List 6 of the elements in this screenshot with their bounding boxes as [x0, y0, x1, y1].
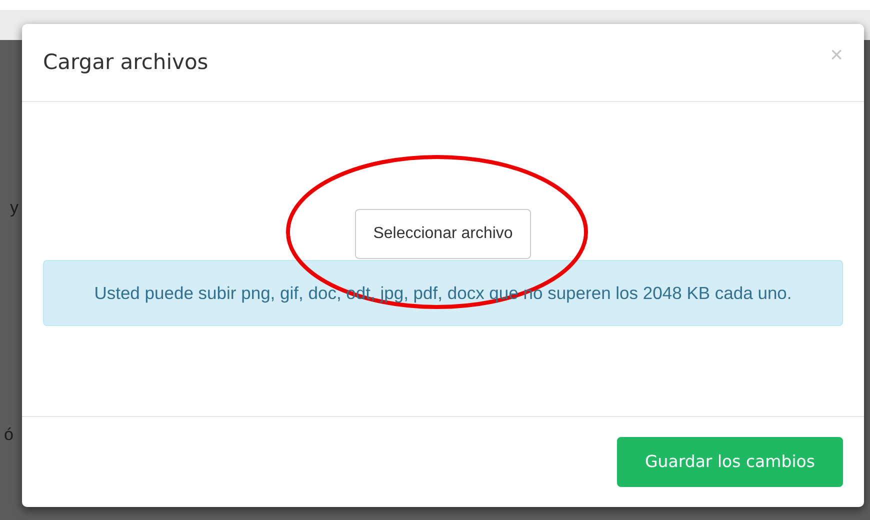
modal-title: Cargar archivos	[43, 50, 208, 76]
select-file-button[interactable]: Seleccionar archivo	[355, 209, 531, 259]
background-text: y	[10, 199, 20, 216]
background-text: ó	[4, 426, 14, 443]
close-button[interactable]: ×	[830, 44, 843, 66]
save-button[interactable]: Guardar los cambios	[617, 436, 843, 488]
